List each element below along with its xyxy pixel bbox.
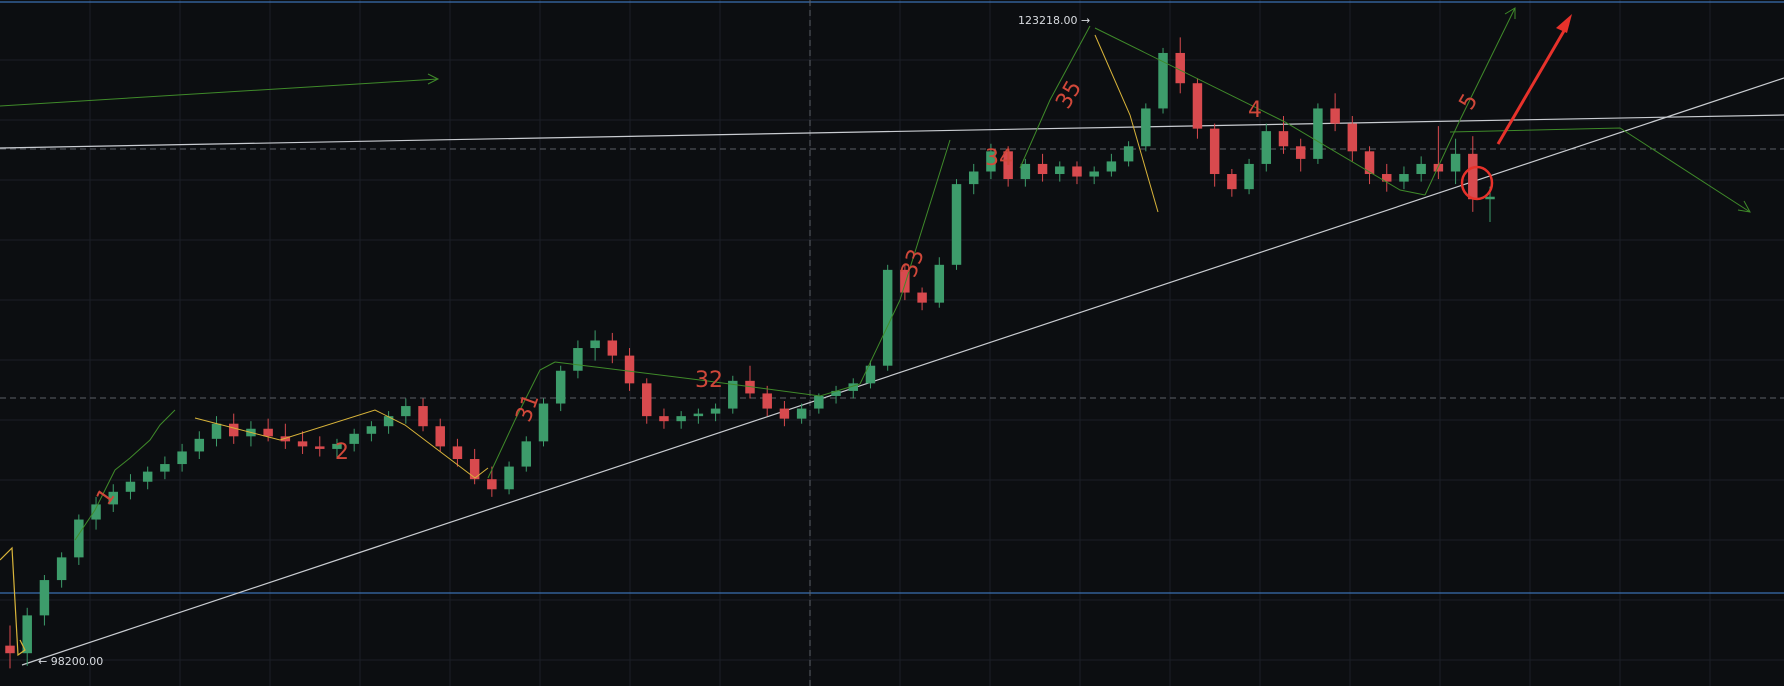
candle-body-bull <box>1055 166 1065 175</box>
candle-body-bear <box>1209 128 1220 175</box>
candle-body-bear <box>1227 174 1237 190</box>
candle-body-bear <box>917 292 927 303</box>
candle-body-bear <box>263 428 273 437</box>
candle-body-bear <box>642 383 652 417</box>
candle-body-bear <box>315 446 325 449</box>
candle <box>1244 158 1254 195</box>
candle-body-bull <box>1485 196 1495 200</box>
candle-body-bear <box>228 423 239 437</box>
candle-body-bull <box>1313 108 1323 159</box>
candle-body-bear <box>624 355 635 384</box>
candle-body-bull <box>177 451 187 465</box>
candle-body-bear <box>297 441 308 447</box>
candle-body-bull <box>366 426 377 434</box>
candle-body-bear <box>435 426 445 447</box>
candle-body-bull <box>91 504 101 520</box>
candle-body-bull <box>1141 108 1151 147</box>
candle-body-bull <box>349 433 359 444</box>
candle-body-bull <box>1399 174 1409 182</box>
candle-body-bear <box>659 416 669 422</box>
candle-body-bear <box>1330 108 1340 124</box>
candle-body-bull <box>555 370 566 404</box>
candle-body-bull <box>160 464 170 472</box>
price-chart[interactable]: 1 2 31 32 33 34 35 4 5 123218.00 → ← 982… <box>0 0 1784 686</box>
candle-body-bear <box>779 408 790 419</box>
candle-body-bull <box>1450 153 1461 172</box>
candle-body-bull <box>39 580 50 616</box>
candle <box>728 375 738 414</box>
candle-body-bull <box>1261 131 1272 164</box>
candle-body-bear <box>1468 153 1478 200</box>
candle-body-bear <box>1037 163 1048 175</box>
wave-label-34: 34 <box>985 146 1013 171</box>
candle-body-bear <box>1364 151 1375 175</box>
candle-body-bull <box>56 557 67 581</box>
candle-body-bull <box>934 264 945 303</box>
candle <box>1313 103 1323 164</box>
candle-body-bear <box>5 645 15 654</box>
candle-body-bear <box>762 393 772 409</box>
candle <box>1158 47 1168 114</box>
wave-label-32: 32 <box>695 368 723 393</box>
candle-body-bull <box>676 416 686 422</box>
candle <box>951 179 962 270</box>
candle-body-bull <box>194 438 205 452</box>
candle-body-bear <box>1347 123 1358 152</box>
candle-body-bull <box>401 406 411 417</box>
candle <box>521 436 532 472</box>
candle-body-bull <box>1020 163 1031 180</box>
wave-label-2: 2 <box>335 440 349 465</box>
candle <box>1141 103 1151 152</box>
candle-body-bear <box>1278 131 1289 147</box>
candle-body-bull <box>504 466 514 490</box>
candle-body-bear <box>487 479 497 490</box>
candle-body-bear <box>452 446 463 460</box>
candle-body-bull <box>1416 163 1426 175</box>
candle-body-bull <box>796 408 807 419</box>
candle-body-bear <box>607 340 618 356</box>
candle-body-bull <box>814 395 824 409</box>
candle-body-bear <box>1192 83 1203 129</box>
candle-body-bear <box>418 406 428 427</box>
candle-body-bear <box>1295 146 1306 159</box>
candle-body-bull <box>1244 163 1254 190</box>
candle-body-bull <box>383 416 394 427</box>
candle-body-bull <box>1106 161 1117 172</box>
candle-body-bear <box>1072 166 1082 177</box>
candle-body-bull <box>125 481 136 492</box>
candle-body-bull <box>693 413 704 417</box>
candle-body-bull <box>951 184 962 265</box>
candle-body-bull <box>1123 146 1134 162</box>
candle-body-bull <box>710 408 721 414</box>
candle-body-bull <box>211 423 222 439</box>
candle-body-bull <box>142 471 153 482</box>
candle-body-bull <box>573 348 583 371</box>
low-price-label: ← 98200.00 <box>38 655 103 668</box>
wave-label-4: 4 <box>1248 98 1262 123</box>
candle-body-bull <box>521 441 532 467</box>
candle-body-bull <box>968 171 979 185</box>
high-price-label: 123218.00 → <box>1018 14 1090 27</box>
candle-body-bull <box>1089 171 1099 177</box>
candle-body-bear <box>1433 163 1444 172</box>
candle-body-bull <box>590 340 600 349</box>
candle <box>934 257 945 308</box>
